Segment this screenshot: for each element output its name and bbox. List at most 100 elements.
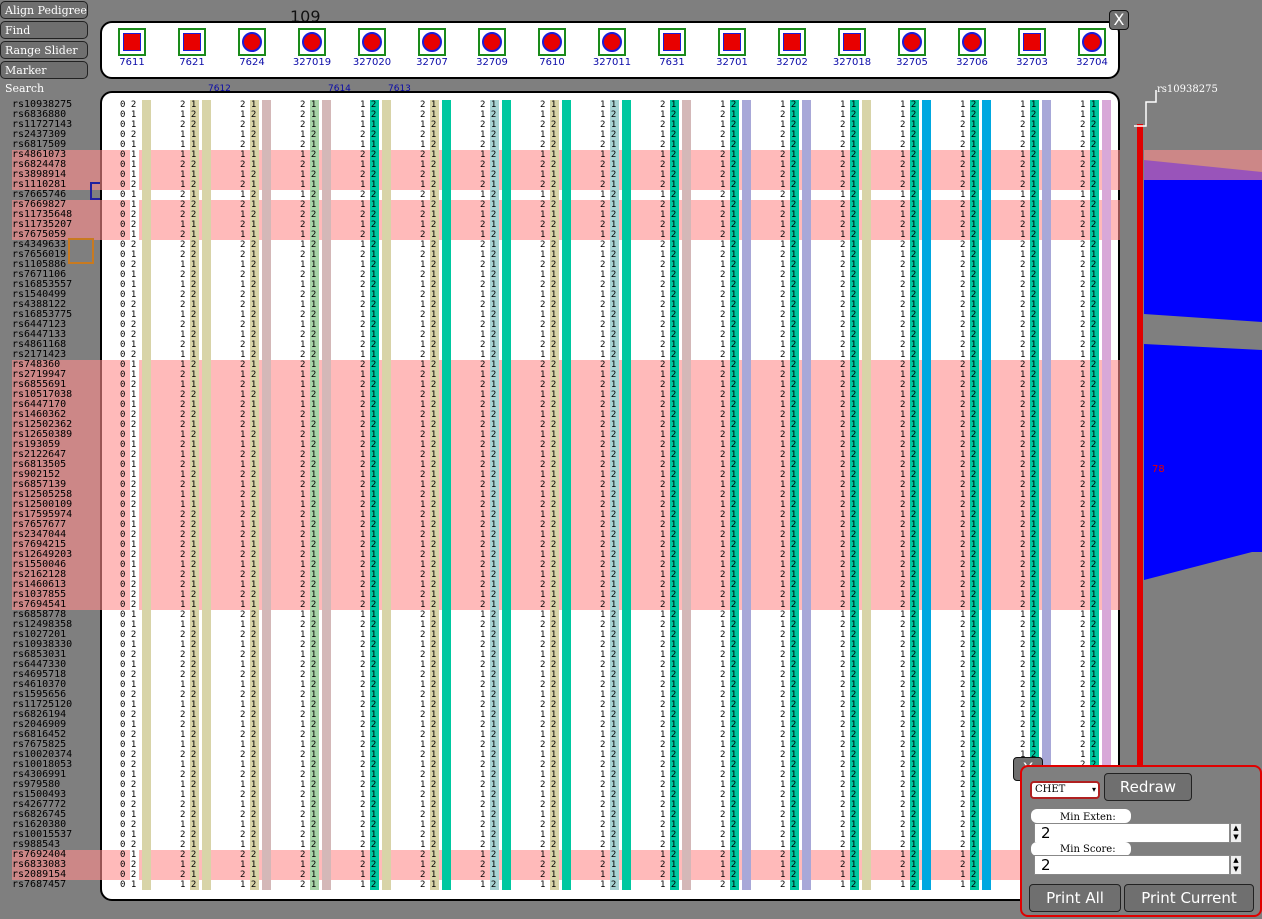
genotype-column: 2 1 1 2 2 1 1 2 2 1 1 2 2 1 1 2 2 1 1 2 … (480, 100, 497, 890)
male-symbol (843, 33, 861, 51)
pedigree-node-label: 7631 (659, 57, 685, 68)
pedigree-node-label: 327011 (592, 57, 632, 68)
genotype-column: 1 2 1 2 1 1 2 2 1 1 2 2 1 1 2 2 1 1 2 2 … (360, 100, 377, 890)
pedigree-node-label: 32703 (1016, 57, 1048, 68)
score-fill-bottom (1144, 344, 1262, 580)
redraw-button[interactable]: Redraw (1104, 773, 1192, 801)
print-all-button[interactable]: Print All (1029, 884, 1121, 912)
print-current-button[interactable]: Print Current (1124, 884, 1254, 912)
female-symbol (422, 32, 442, 52)
pedigree-node[interactable] (478, 28, 506, 56)
pedigree-node[interactable] (718, 28, 746, 56)
min-extent-stepper[interactable]: ▲ ▼ (1230, 823, 1242, 843)
haplotype-bar (562, 100, 571, 890)
male-symbol (663, 33, 681, 51)
genotype-column: 1 2 2 1 1 2 2 1 1 2 2 1 1 2 2 1 1 2 2 1 … (720, 100, 737, 890)
haplotype-bar (802, 100, 811, 890)
pedigree-node[interactable] (1018, 28, 1046, 56)
control-panel: CHET ▾ Redraw Min Exten: 2 ▲ ▼ Min Score:… (1020, 765, 1262, 917)
min-score-input[interactable]: 2 (1034, 855, 1230, 875)
pedigree-node-label: 7624 (239, 57, 265, 68)
pedigree-node[interactable] (298, 28, 326, 56)
score-plot (1134, 90, 1262, 772)
female-symbol (302, 32, 322, 52)
pedigree-node-label: 32701 (716, 57, 748, 68)
haplotype-bar (442, 100, 451, 890)
genotype-column: 1 2 2 1 1 2 2 1 1 2 2 1 1 2 2 1 1 2 2 1 … (780, 100, 797, 890)
haplotype-bar (142, 100, 151, 890)
pedigree-node[interactable] (1078, 28, 1106, 56)
genotype-column: 1 1 1 2 2 1 1 2 2 1 1 2 2 1 1 2 2 1 1 2 … (600, 100, 617, 890)
pedigree-node-label: 32707 (416, 57, 448, 68)
score-panel: rs10938275 78 (1122, 82, 1262, 772)
pedigree-node[interactable] (178, 28, 206, 56)
pedigree-node-label: 7610 (539, 57, 565, 68)
min-extent-input[interactable]: 2 (1034, 823, 1230, 843)
pedigree-node[interactable] (958, 28, 986, 56)
haplotype-bar (502, 100, 511, 890)
pedigree-node-label: 32704 (1076, 57, 1108, 68)
marker-pointer (1134, 90, 1157, 127)
mode-value: CHET (1035, 784, 1066, 795)
marker-search-button[interactable]: Marker Search (0, 61, 88, 95)
female-symbol (962, 32, 982, 52)
pedigree-node[interactable] (778, 28, 806, 56)
female-symbol (1082, 32, 1102, 52)
genotype-column: 1 2 1 2 2 1 1 2 2 1 1 2 2 1 1 2 2 1 1 2 … (960, 100, 977, 890)
haplotype-bar (742, 100, 751, 890)
pedigree-panel: 7611 7621 7624 327019 327020 32707 32709 7610 32… (100, 21, 1120, 79)
min-extent-label: Min Exten: (1060, 812, 1116, 823)
pedigree-close-button[interactable]: X (1109, 10, 1129, 30)
pedigree-node[interactable] (598, 28, 626, 56)
find-homology-button[interactable]: Find Homology (0, 21, 88, 55)
haplotype-bar (382, 100, 391, 890)
male-symbol (123, 33, 141, 51)
pedigree-node-label: 32705 (896, 57, 928, 68)
genotype-column: 0 2 0 1 0 1 0 2 0 1 0 1 0 1 0 1 0 2 0 1 … (120, 100, 137, 890)
genotype-column: 2 1 2 1 1 2 2 1 1 2 2 1 1 2 2 1 1 2 2 1 … (420, 100, 437, 890)
marker-label[interactable]: rs7687457 (12, 880, 66, 890)
pedigree-node[interactable] (418, 28, 446, 56)
pedigree-node[interactable] (838, 28, 866, 56)
score-label: 78 (1152, 464, 1165, 475)
score-band (1144, 150, 1262, 180)
score-fill-top (1144, 160, 1262, 322)
male-symbol (183, 33, 201, 51)
genotype-column: 2 1 1 2 2 1 1 2 2 1 1 1 2 1 1 2 2 1 1 2 … (240, 100, 257, 890)
female-symbol (362, 32, 382, 52)
haplotype-bar (922, 100, 931, 890)
genotype-column: 2 1 1 2 2 1 1 2 2 1 1 2 2 1 1 2 2 1 1 2 … (660, 100, 677, 890)
pedigree-node-label: 32709 (476, 57, 508, 68)
pedigree-node-label: 32702 (776, 57, 808, 68)
female-symbol (902, 32, 922, 52)
pedigree-node[interactable] (238, 28, 266, 56)
pedigree-node-label: 7621 (179, 57, 205, 68)
range-slider-button[interactable]: Range Slider (0, 41, 88, 59)
genotype-column: 1 1 1 2 2 1 1 2 2 1 1 2 2 1 1 2 2 1 1 2 … (840, 100, 857, 890)
chevron-down-icon: ▾ (1091, 785, 1096, 794)
pedigree-connector (90, 182, 100, 200)
pedigree-node[interactable] (538, 28, 566, 56)
female-symbol (542, 32, 562, 52)
pedigree-node[interactable] (898, 28, 926, 56)
pedigree-node[interactable] (118, 28, 146, 56)
genotype-column: 1 2 1 2 2 1 1 2 2 1 1 2 2 1 1 2 2 1 1 2 … (900, 100, 917, 890)
haplotype-bar (322, 100, 331, 890)
pedigree-node-label: 327018 (832, 57, 872, 68)
pedigree-node-label: 32706 (956, 57, 988, 68)
right-marker-label: rs10938275 (1157, 84, 1218, 95)
pedigree-node[interactable] (658, 28, 686, 56)
genotype-column: 2 1 1 1 2 2 1 1 2 2 1 1 2 2 1 1 2 2 1 1 … (540, 100, 557, 890)
genotype-column: 2 1 1 2 2 2 1 1 1 1 1 1 2 2 1 1 1 2 2 1 … (180, 100, 197, 890)
pedigree-node-label: 7611 (119, 57, 145, 68)
female-symbol (242, 32, 262, 52)
pedigree-node[interactable] (358, 28, 386, 56)
pedigree-node-label: 327020 (352, 57, 392, 68)
haplotype-bar (982, 100, 991, 890)
haplotype-bar (202, 100, 211, 890)
min-score-stepper[interactable]: ▲ ▼ (1230, 855, 1242, 875)
mode-select[interactable]: CHET ▾ (1030, 781, 1100, 799)
male-symbol (723, 33, 741, 51)
haplotype-bar (862, 100, 871, 890)
align-pedigree-button[interactable]: Align Pedigree (0, 1, 88, 19)
